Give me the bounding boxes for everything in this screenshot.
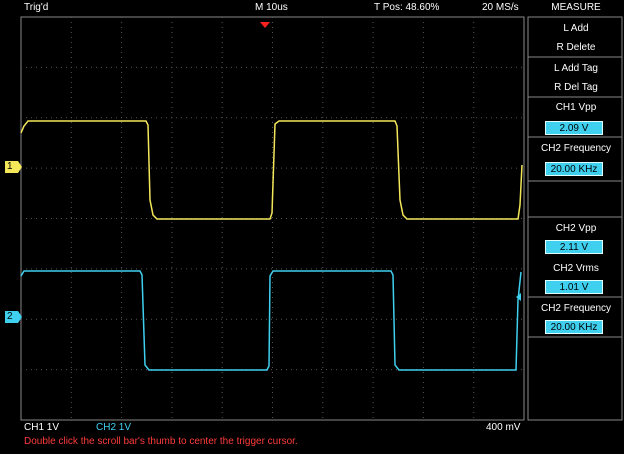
measure-label: CH2 Vrms [553, 263, 599, 274]
sample-rate-readout: 20 MS/s [482, 2, 519, 13]
measure-label: CH2 Frequency [540, 143, 612, 154]
timebase-readout: M 10us [255, 2, 288, 13]
l-add-button[interactable]: L Add [530, 22, 622, 35]
ch1-marker-label: 1 [7, 161, 13, 172]
measure-value: 2.11 V [545, 240, 603, 254]
hint-text: Double click the scroll bar's thumb to c… [24, 436, 298, 447]
measure-value: 2.09 V [545, 121, 603, 135]
measure-value: 1.01 V [545, 280, 603, 294]
r-del-tag-button[interactable]: R Del Tag [530, 81, 622, 94]
trigger-position-readout: T Pos: 48.60% [374, 2, 440, 13]
r-delete-button[interactable]: R Delete [530, 41, 622, 54]
measure-panel-title: MEASURE [551, 2, 601, 13]
ch1-scale-readout: CH1 1V [24, 422, 60, 433]
measure-label: CH1 Vpp [555, 102, 597, 113]
ch2-scale-readout: CH2 1V [96, 422, 132, 433]
measure-label: CH2 Vpp [555, 223, 597, 234]
measure-value: 20.00 KHz [545, 162, 603, 176]
measure-value: 20.00 KHz [545, 320, 603, 334]
ch2-marker-label: 2 [7, 311, 13, 322]
measure-label: CH2 Frequency [540, 303, 612, 314]
l-add-tag-button[interactable]: L Add Tag [530, 62, 622, 75]
trigger-status: Trig'd [24, 2, 49, 13]
status-bar: Trig'd M 10us T Pos: 48.60% 20 MS/s [0, 0, 526, 16]
measure-panel [527, 16, 623, 421]
cursor-readout: 400 mV [486, 422, 521, 433]
